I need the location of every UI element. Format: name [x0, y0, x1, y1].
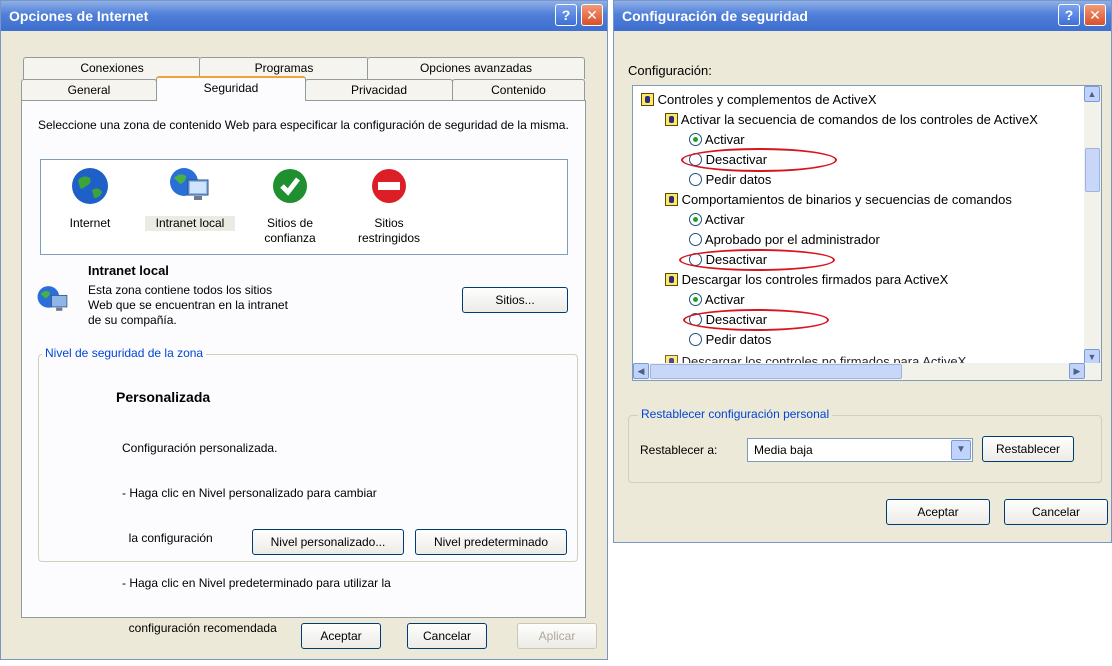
security-settings-titlebar[interactable]: Configuración de seguridad: [614, 1, 1111, 31]
zone-desc-line: Web que se encuentran en la intranet: [88, 298, 288, 312]
zone-intranet-local[interactable]: Intranet local: [145, 166, 235, 231]
ok-button[interactable]: Aceptar: [886, 499, 990, 525]
zone-confianza-label: Sitios de confianza: [264, 216, 316, 245]
radio-selected-icon[interactable]: [689, 133, 702, 146]
tab-privacidad[interactable]: Privacidad: [305, 79, 453, 101]
tree-setting[interactable]: Comportamientos de binarios y secuencias…: [665, 190, 1012, 210]
level-line: - Haga clic en Nivel predeterminado para…: [122, 576, 391, 590]
zone-description: Esta zona contiene todos los sitios Web …: [88, 283, 288, 328]
tree-option[interactable]: Activar: [689, 290, 745, 310]
security-settings-window: Configuración de seguridad ? ✕ Configura…: [613, 0, 1112, 543]
intranet-icon: [170, 168, 209, 200]
reset-to-label: Restablecer a:: [640, 443, 718, 457]
security-level-group-label: Nivel de seguridad de la zona: [42, 346, 207, 360]
internet-options-titlebar[interactable]: Opciones de Internet: [1, 1, 607, 31]
scroll-left-icon[interactable]: ◀: [633, 363, 649, 379]
tree-item-text: Activar la secuencia de comandos de los …: [680, 112, 1038, 127]
desactivar-highlight: [683, 309, 829, 331]
tree-option[interactable]: Pedir datos: [689, 170, 771, 190]
default-level-button[interactable]: Nivel predeterminado: [415, 529, 567, 555]
reset-group-label: Restablecer configuración personal: [638, 407, 833, 421]
hscroll-thumb[interactable]: [650, 364, 902, 379]
level-title: Personalizada: [116, 389, 211, 405]
close-button[interactable]: ✕: [581, 4, 603, 26]
zone-list: Internet Intranet local Sitios de confia…: [40, 159, 568, 255]
tree-item-text: Pedir datos: [705, 172, 772, 187]
radio-icon[interactable]: [689, 173, 702, 186]
internet-options-window: Opciones de Internet ? ✕ Conexiones Prog…: [0, 0, 608, 660]
check-icon: [273, 169, 307, 203]
settings-tree-content: Controles y complementos de ActiveX Acti…: [633, 86, 1085, 365]
tree-option[interactable]: Pedir datos: [689, 330, 771, 350]
apply-button: Aplicar: [517, 623, 597, 649]
tree-setting[interactable]: Activar la secuencia de comandos de los …: [665, 110, 1038, 130]
zone-restringidos-label: Sitios restringidos: [357, 216, 421, 245]
tree-item-text: Activar: [704, 132, 745, 147]
radio-icon[interactable]: [689, 233, 702, 246]
cancel-button[interactable]: Cancelar: [407, 623, 487, 649]
chevron-down-icon[interactable]: ▼: [951, 440, 971, 460]
help-button[interactable]: ?: [555, 4, 577, 26]
selected-zone-title: Intranet local: [88, 263, 169, 278]
cancel-button[interactable]: Cancelar: [1004, 499, 1108, 525]
close-button[interactable]: ✕: [1084, 4, 1106, 26]
scroll-right-icon[interactable]: ▶: [1069, 363, 1085, 379]
radio-selected-icon[interactable]: [689, 293, 702, 306]
window-title: Opciones de Internet: [9, 8, 149, 24]
reset-select[interactable]: Media baja ▼: [747, 438, 973, 462]
sites-button[interactable]: Sitios...: [462, 287, 568, 313]
tree-item-text: Activar: [704, 212, 745, 227]
zone-sitios-de-confianza[interactable]: Sitios de confianza: [255, 166, 325, 246]
settings-icon: [641, 93, 654, 106]
ok-button[interactable]: Aceptar: [301, 623, 381, 649]
tree-item-text: Controles y complementos de ActiveX: [657, 92, 877, 107]
tree-item-text: Activar: [704, 292, 745, 307]
zone-internet-label: Internet: [69, 216, 111, 230]
tree-option[interactable]: Activar: [689, 210, 745, 230]
tree-item-text: Comportamientos de binarios y secuencias…: [681, 192, 1012, 207]
reset-select-value: Media baja: [754, 443, 813, 457]
level-line: Configuración personalizada.: [122, 441, 278, 455]
zone-sitios-restringidos[interactable]: Sitios restringidos: [349, 166, 429, 246]
zone-desc-line: de su compañía.: [88, 313, 177, 327]
zone-internet[interactable]: Internet: [55, 166, 125, 231]
zone-instruction: Seleccione una zona de contenido Web par…: [38, 118, 569, 132]
desactivar-highlight: [679, 249, 835, 271]
tree-option[interactable]: Activar: [689, 130, 745, 150]
settings-icon: [665, 193, 678, 206]
settings-label: Configuración:: [628, 63, 712, 78]
no-entry-icon: [372, 169, 406, 203]
level-line: - Haga clic en Nivel personalizado para …: [122, 486, 377, 500]
settings-icon: [665, 113, 678, 126]
vertical-scrollbar[interactable]: ▲ ▼: [1084, 86, 1101, 365]
settings-icon: [665, 273, 678, 286]
reset-button[interactable]: Restablecer: [982, 436, 1074, 462]
radio-selected-icon[interactable]: [689, 213, 702, 226]
intranet-small-icon: [37, 286, 68, 311]
tab-contenido[interactable]: Contenido: [452, 79, 585, 101]
tree-item-text: Pedir datos: [705, 332, 772, 347]
security-tab-panel: Seleccione una zona de contenido Web par…: [21, 100, 586, 635]
tab-opciones-avanzadas[interactable]: Opciones avanzadas: [367, 57, 585, 79]
tree-item-text: Descargar los controles firmados para Ac…: [681, 272, 949, 287]
horizontal-scrollbar[interactable]: ◀ ▶: [633, 363, 1101, 380]
scroll-up-icon[interactable]: ▲: [1084, 86, 1100, 102]
settings-tree[interactable]: Controles y complementos de ActiveX Acti…: [632, 85, 1102, 381]
custom-level-button[interactable]: Nivel personalizado...: [252, 529, 404, 555]
globe-icon: [72, 168, 108, 204]
tab-seguridad[interactable]: Seguridad: [156, 76, 306, 101]
desactivar-highlight: [681, 148, 837, 172]
tree-option[interactable]: Aprobado por el administrador: [689, 230, 880, 250]
zone-intranet-label: Intranet local: [145, 216, 235, 231]
window-title: Configuración de seguridad: [622, 8, 808, 24]
radio-icon[interactable]: [689, 333, 702, 346]
tab-general[interactable]: General: [21, 79, 157, 101]
tree-setting[interactable]: Descargar los controles firmados para Ac…: [665, 270, 948, 290]
tree-item-text: Aprobado por el administrador: [704, 232, 880, 247]
scroll-thumb[interactable]: [1085, 148, 1100, 192]
tree-category[interactable]: Controles y complementos de ActiveX: [641, 90, 877, 110]
help-button[interactable]: ?: [1058, 4, 1080, 26]
zone-desc-line: Esta zona contiene todos los sitios: [88, 283, 273, 297]
